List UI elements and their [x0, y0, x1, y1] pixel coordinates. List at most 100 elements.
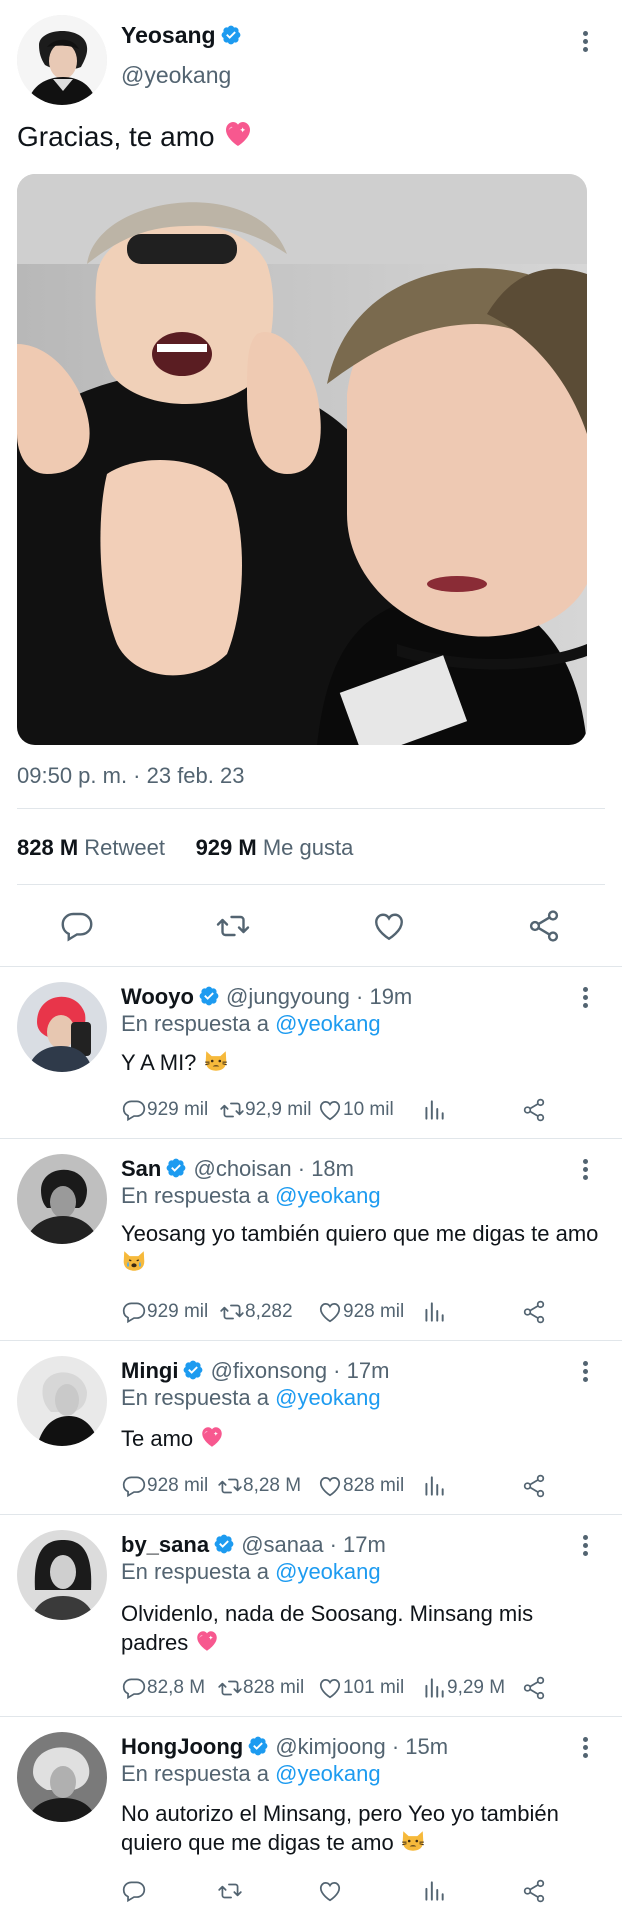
reply-text: No autorizo el Minsang, pero Yeo yo tamb…	[121, 1801, 559, 1855]
like-button[interactable]: 928 mil	[317, 1297, 404, 1327]
reply-context: En respuesta a @yeokang	[121, 1761, 381, 1786]
reply-action-bar	[121, 1876, 561, 1906]
reply-text: Y A MI?	[121, 1048, 601, 1077]
retweet-button[interactable]	[217, 1876, 243, 1906]
share-icon	[521, 1097, 547, 1123]
like-button[interactable]	[317, 1876, 343, 1906]
more-options-icon[interactable]	[575, 1532, 595, 1562]
tweet-action-bar	[0, 900, 622, 952]
reply-tweet[interactable]: Mingi @fixonsong · 17m En respuesta a @y…	[0, 1344, 622, 1514]
verified-badge-icon	[182, 1359, 204, 1381]
reply-header[interactable]: HongJoong @kimjoong · 15m	[121, 1734, 448, 1760]
reply-tweet[interactable]: by_sana @sanaa · 17m En respuesta a @yeo…	[0, 1518, 622, 1716]
like-button[interactable]: 10 mil	[317, 1095, 394, 1125]
reply-header[interactable]: by_sana @sanaa · 17m	[121, 1532, 386, 1558]
views-icon	[421, 1299, 447, 1325]
share-button[interactable]	[521, 1471, 547, 1501]
reply-icon[interactable]	[59, 908, 95, 944]
share-icon	[521, 1878, 547, 1904]
more-options-icon[interactable]	[575, 984, 595, 1014]
retweet-icon[interactable]	[215, 908, 251, 944]
verified-badge-icon	[165, 1157, 187, 1179]
mention-link[interactable]: @yeokang	[275, 1385, 381, 1410]
reply-avatar[interactable]	[17, 1732, 107, 1822]
mention-link[interactable]: @yeokang	[275, 1183, 381, 1208]
author-handle[interactable]: @yeokang	[121, 62, 231, 89]
author-avatar[interactable]	[17, 15, 107, 105]
like-icon	[317, 1675, 343, 1701]
share-icon	[521, 1299, 547, 1325]
divider	[0, 966, 622, 967]
reply-button[interactable]: 929 mil	[121, 1095, 208, 1125]
retweet-stat[interactable]: 828 M Retweet	[17, 835, 165, 860]
like-icon	[317, 1878, 343, 1904]
views-button[interactable]	[421, 1876, 447, 1906]
retweet-icon	[219, 1097, 245, 1123]
reply-tweet[interactable]: HongJoong @kimjoong · 15m En respuesta a…	[0, 1720, 622, 1920]
reply-text: Te amo	[121, 1424, 601, 1453]
reply-tweet[interactable]: Wooyo @jungyoung · 19m En respuesta a @y…	[0, 970, 622, 1138]
share-button[interactable]	[521, 1673, 547, 1703]
mention-link[interactable]: @yeokang	[275, 1559, 381, 1584]
pink-heart-emoji-icon	[194, 1628, 220, 1654]
retweet-button[interactable]: 8,282	[219, 1297, 293, 1327]
share-icon[interactable]	[526, 908, 562, 944]
like-icon	[317, 1299, 343, 1325]
verified-badge-icon	[213, 1533, 235, 1555]
tweet-stats: 828 M Retweet 929 M Me gusta	[17, 835, 353, 861]
reply-icon	[121, 1299, 147, 1325]
views-icon	[421, 1473, 447, 1499]
reply-avatar[interactable]	[17, 1530, 107, 1620]
divider	[0, 1138, 622, 1139]
retweet-icon	[217, 1878, 243, 1904]
like-button[interactable]: 828 mil	[317, 1471, 404, 1501]
views-button[interactable]	[421, 1297, 447, 1327]
share-icon	[521, 1473, 547, 1499]
reply-action-bar: 928 mil 8,28 M 828 mil	[121, 1471, 561, 1501]
views-button[interactable]	[421, 1471, 447, 1501]
reply-header[interactable]: San @choisan · 18m	[121, 1156, 354, 1182]
reply-action-bar: 82,8 M 828 mil 101 mil 9,29 M	[121, 1673, 591, 1703]
more-options-icon[interactable]	[575, 1734, 595, 1764]
retweet-icon	[219, 1299, 245, 1325]
like-button[interactable]: 101 mil	[317, 1673, 404, 1703]
more-options-icon[interactable]	[575, 28, 595, 58]
share-icon	[521, 1675, 547, 1701]
more-options-icon[interactable]	[575, 1156, 595, 1186]
author-name[interactable]: Yeosang	[121, 22, 242, 49]
reply-context: En respuesta a @yeokang	[121, 1183, 381, 1208]
reply-action-bar: 929 mil 8,282 928 mil	[121, 1297, 561, 1327]
views-button[interactable]	[421, 1095, 447, 1125]
divider	[0, 1340, 622, 1341]
reply-button[interactable]: 82,8 M	[121, 1673, 205, 1703]
reply-avatar[interactable]	[17, 1154, 107, 1244]
reply-button[interactable]: 929 mil	[121, 1297, 208, 1327]
reply-button[interactable]: 928 mil	[121, 1471, 208, 1501]
tweet-timestamp[interactable]: 09:50 p. m. · 23 feb. 23	[17, 763, 244, 789]
tweet-text: Gracias, te amo	[17, 118, 254, 153]
reply-avatar[interactable]	[17, 1356, 107, 1446]
share-button[interactable]	[521, 1876, 547, 1906]
tweet-photo[interactable]	[17, 174, 587, 745]
reply-header[interactable]: Mingi @fixonsong · 17m	[121, 1358, 389, 1384]
divider	[0, 1514, 622, 1515]
mention-link[interactable]: @yeokang	[275, 1761, 381, 1786]
like-stat[interactable]: 929 M Me gusta	[196, 835, 354, 860]
retweet-button[interactable]: 828 mil	[217, 1673, 304, 1703]
reply-avatar[interactable]	[17, 982, 107, 1072]
reply-tweet[interactable]: San @choisan · 18m En respuesta a @yeoka…	[0, 1142, 622, 1340]
reply-context: En respuesta a @yeokang	[121, 1559, 381, 1584]
like-icon[interactable]	[371, 908, 407, 944]
reply-header[interactable]: Wooyo @jungyoung · 19m	[121, 984, 412, 1010]
share-button[interactable]	[521, 1095, 547, 1125]
more-options-icon[interactable]	[575, 1358, 595, 1388]
verified-badge-icon	[247, 1735, 269, 1757]
crying-cat-emoji-icon	[121, 1248, 147, 1274]
reply-context: En respuesta a @yeokang	[121, 1011, 381, 1036]
share-button[interactable]	[521, 1297, 547, 1327]
views-button[interactable]: 9,29 M	[421, 1673, 505, 1703]
retweet-button[interactable]: 92,9 mil	[219, 1095, 312, 1125]
mention-link[interactable]: @yeokang	[275, 1011, 381, 1036]
reply-button[interactable]	[121, 1876, 147, 1906]
retweet-button[interactable]: 8,28 M	[217, 1471, 301, 1501]
